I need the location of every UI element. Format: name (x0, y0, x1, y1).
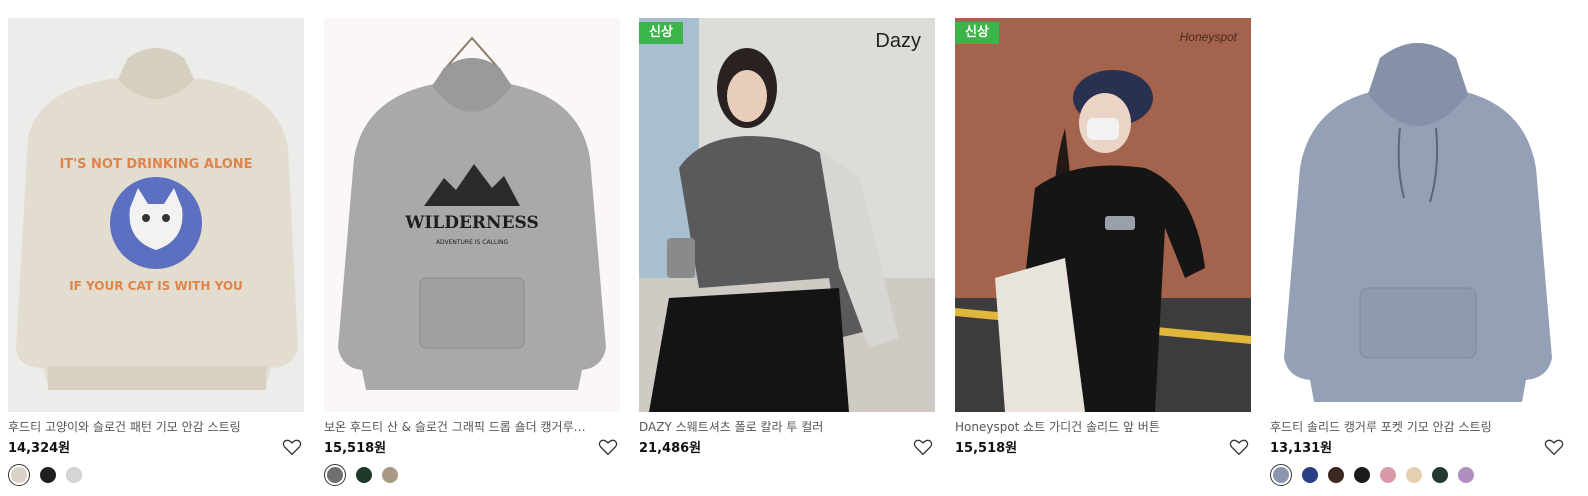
product-image[interactable]: IT'S NOT DRINKING ALONE IF YOUR CAT IS W… (8, 18, 304, 412)
product-price: 15,518원 (324, 441, 387, 456)
color-swatch[interactable] (1406, 467, 1422, 483)
color-swatch[interactable] (1354, 467, 1370, 483)
product-card[interactable]: IT'S NOT DRINKING ALONE IF YOUR CAT IS W… (8, 18, 304, 486)
product-price: 21,486원 (639, 441, 702, 456)
print-text-bottom: IF YOUR CAT IS WITH YOU (69, 279, 243, 293)
product-grid: IT'S NOT DRINKING ALONE IF YOUR CAT IS W… (0, 0, 1588, 496)
product-card[interactable]: 신상 Honeyspot Honeyspot 쇼트 가디건 솔리드 앞 버튼 1… (955, 18, 1251, 486)
product-image[interactable]: 신상 Honeyspot (955, 18, 1251, 412)
product-image[interactable]: WILDERNESS ADVENTURE IS CALLING (324, 18, 620, 412)
color-swatch[interactable] (1270, 464, 1292, 486)
color-swatches (324, 464, 620, 486)
product-title[interactable]: 보온 후드티 산 & 슬로건 그래픽 드롭 숄더 캥거루 포... (324, 419, 586, 435)
product-card[interactable]: WILDERNESS ADVENTURE IS CALLING 보온 후드티 산… (324, 18, 620, 486)
color-swatch[interactable] (382, 467, 398, 483)
heart-outline-icon[interactable] (913, 438, 933, 456)
product-image[interactable]: 신상 Dazy (639, 18, 935, 412)
color-swatch[interactable] (1458, 467, 1474, 483)
brand-logo: Dazy (875, 30, 921, 52)
heart-outline-icon[interactable] (1544, 438, 1564, 456)
heart-outline-icon[interactable] (598, 438, 618, 456)
color-swatch[interactable] (1432, 467, 1448, 483)
new-badge: 신상 (639, 22, 683, 44)
color-swatch[interactable] (40, 467, 56, 483)
product-price: 14,324원 (8, 441, 71, 456)
color-swatches (8, 464, 304, 486)
color-swatch[interactable] (1380, 467, 1396, 483)
color-swatches (1270, 464, 1566, 486)
print-text-top: WILDERNESS (404, 213, 539, 233)
heart-outline-icon[interactable] (282, 438, 302, 456)
color-swatch[interactable] (324, 464, 346, 486)
color-swatch[interactable] (66, 467, 82, 483)
color-swatch[interactable] (1302, 467, 1318, 483)
color-swatches (955, 464, 1251, 486)
product-price: 15,518원 (955, 441, 1018, 456)
color-swatches (639, 464, 935, 486)
print-text-bottom: ADVENTURE IS CALLING (436, 239, 509, 246)
product-title[interactable]: DAZY 스웨트셔츠 폴로 칼라 투 컬러 (639, 419, 901, 435)
product-title[interactable]: 후드티 솔리드 캥거루 포켓 기모 안감 스트링 (1270, 419, 1532, 435)
product-card[interactable]: 후드티 솔리드 캥거루 포켓 기모 안감 스트링 13,131원 (1270, 18, 1566, 486)
product-image[interactable] (1270, 18, 1566, 412)
product-title[interactable]: Honeyspot 쇼트 가디건 솔리드 앞 버튼 (955, 419, 1217, 435)
color-swatch[interactable] (356, 467, 372, 483)
heart-outline-icon[interactable] (1229, 438, 1249, 456)
product-card[interactable]: 신상 Dazy DAZY 스웨트셔츠 폴로 칼라 투 컬러 21,486원 (639, 18, 935, 486)
color-swatch[interactable] (1328, 467, 1344, 483)
product-title[interactable]: 후드티 고양이와 슬로건 패턴 기모 안감 스트링 (8, 419, 270, 435)
new-badge: 신상 (955, 22, 999, 44)
print-text-top: IT'S NOT DRINKING ALONE (59, 157, 252, 172)
brand-logo: Honeyspot (1179, 30, 1237, 44)
product-price: 13,131원 (1270, 441, 1333, 456)
color-swatch[interactable] (8, 464, 30, 486)
